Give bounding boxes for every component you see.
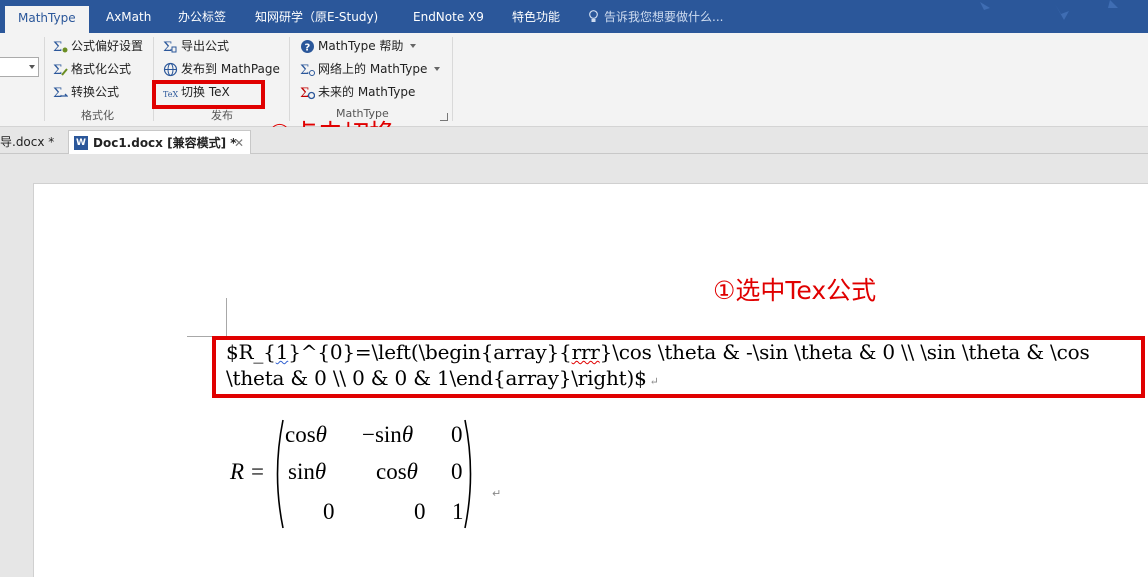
matrix-cell-r2c1: sinθ [288,459,327,484]
word-doc-icon: W [74,136,88,150]
chevron-down-icon [434,67,441,71]
margin-corner-mark [226,298,227,338]
close-icon[interactable]: ✕ [234,131,244,155]
highlight-toggle-tex [152,80,265,109]
matrix-cell-r1c3: 0 [451,422,463,447]
paragraph-mark: ↵ [492,487,502,500]
group-separator [289,37,290,121]
matrix-cell-r2c3: 0 [451,459,463,484]
left-paren [276,419,284,529]
matrix-cell-r3c1: 0 [323,499,335,524]
style-combo[interactable] [0,57,39,77]
tell-me-search[interactable]: 告诉我您想要做什么... [588,0,723,33]
ribbon-tab-bar: MathType AxMath 办公标签 知网研学（原E-Study) EndN… [0,0,1148,33]
group-label-format: 格式化 [81,109,114,122]
highlight-tex-formula [212,336,1145,398]
dialog-launcher-icon[interactable] [440,113,448,121]
matrix-cell-r1c1: cosθ [285,422,327,447]
sigma-export-icon: Σ [163,40,177,54]
ribbon-decoration [980,0,1118,20]
matrix-cell-r3c3: 1 [452,499,464,524]
document-tab-bar: 导.docx * W Doc1.docx [兼容模式] * ✕ [0,127,1148,154]
tell-me-text: 告诉我您想要做什么... [604,10,724,24]
doc-tab-2[interactable]: W Doc1.docx [兼容模式] * ✕ [68,130,251,154]
globe-icon [163,62,178,77]
svg-text:Σ: Σ [53,40,62,54]
equation-lhs: R [230,459,245,484]
right-paren [464,419,472,529]
matrix-cell-r1c2: −sinθ [362,422,414,447]
tab-office-tabs[interactable]: 办公标签 [178,0,226,33]
svg-text:Σ: Σ [163,40,172,54]
matrix-cell-r2c2: cosθ [376,459,418,484]
chevron-down-icon [29,65,35,69]
svg-text:Σ: Σ [300,63,309,77]
group-separator [44,37,45,121]
tab-axmath[interactable]: AxMath [106,0,151,33]
svg-text:Σ: Σ [300,86,309,100]
sigma-web-icon: Σ [300,63,315,77]
sigma-format-icon: Σ [53,63,68,77]
lightbulb-icon [589,10,598,22]
svg-text:Σ: Σ [53,86,62,100]
word-window: MathType AxMath 办公标签 知网研学（原E-Study) EndN… [0,0,1148,577]
tab-cnki-estudy[interactable]: 知网研学（原E-Study) [255,0,378,33]
sigma-convert-icon: Σ [53,86,68,100]
svg-text:Σ: Σ [53,63,62,77]
group-separator [452,37,453,121]
annotation-step1: ①选中Tex公式 [713,276,877,305]
chevron-down-icon [410,44,417,48]
sigma-settings-icon: Σ [53,40,68,54]
matrix-cell-r3c2: 0 [414,499,426,524]
group-label-publish: 发布 [211,109,233,122]
tab-mathtype[interactable]: MathType [5,6,89,33]
sigma-future-icon: Σ [300,86,315,100]
svg-text:?: ? [305,43,311,54]
equation-equals: = [251,459,264,484]
tab-special-features[interactable]: 特色功能 [512,0,560,33]
help-icon: ? [301,40,314,54]
tab-endnote[interactable]: EndNote X9 [413,0,484,33]
doc-tab-1[interactable]: 导.docx * [0,130,67,154]
